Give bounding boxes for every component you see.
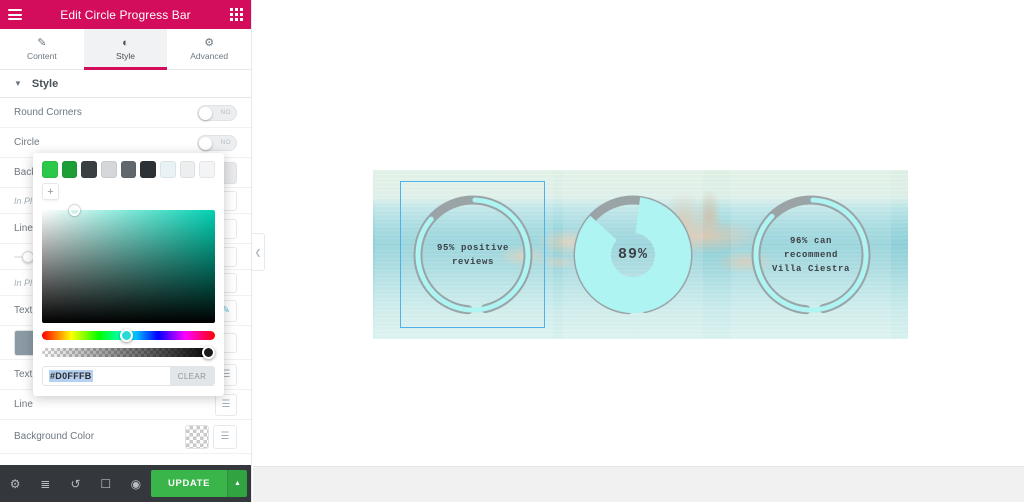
control-label: Line: [14, 223, 33, 234]
control-label: Text: [14, 369, 33, 380]
control-label: Background Color: [14, 431, 95, 442]
hue-slider-handle[interactable]: [120, 329, 133, 342]
circle-progress-right-text: 96% can recommend Villa Ciestra: [751, 234, 871, 276]
color-swatch-7[interactable]: [179, 161, 196, 178]
tab-content-label: Content: [26, 50, 57, 61]
panel-footer-bar: ⚙ ≣ ↺ ☐ ◉ UPDATE ▲: [0, 465, 251, 502]
gear-icon: ⚙: [204, 36, 215, 49]
control-hint-label: In Pl: [14, 195, 33, 206]
hex-color-value: #D0FFFB: [49, 370, 93, 382]
section-title: Style: [31, 77, 59, 90]
circle-progress-left[interactable]: 95% positive reviews: [393, 170, 553, 339]
toggle-value: NO: [220, 138, 231, 146]
control-background-color: Background Color ☰: [0, 420, 251, 454]
update-options-caret-icon[interactable]: ▲: [227, 470, 247, 497]
text-line: recommend: [783, 249, 838, 260]
grid-icon: [229, 8, 243, 21]
saturation-handle[interactable]: [69, 205, 80, 216]
hex-color-input[interactable]: #D0FFFB: [43, 367, 170, 385]
tab-style-label: Style: [116, 50, 135, 61]
alpha-slider[interactable]: [42, 346, 215, 359]
color-swatch-0[interactable]: [42, 161, 58, 178]
chevron-down-icon: ▼: [14, 79, 22, 88]
hamburger-menu-button[interactable]: [0, 0, 30, 29]
round-corners-toggle[interactable]: NO: [197, 104, 237, 121]
canvas-footer-area: [253, 466, 1024, 502]
settings-icon[interactable]: ⚙: [0, 465, 30, 502]
control-label: Text: [14, 305, 33, 316]
tab-style[interactable]: ◐ Style: [83, 29, 168, 70]
color-swatch-8[interactable]: [199, 161, 216, 178]
color-swatch-1[interactable]: [61, 161, 78, 178]
hue-slider[interactable]: [42, 329, 215, 342]
color-swatch-5[interactable]: [140, 161, 157, 178]
circle-progress-center-text: 89%: [573, 245, 693, 263]
color-picker-popup: + #D0FFFB CLEAR: [33, 153, 224, 396]
panel-collapse-button[interactable]: ❮: [252, 233, 265, 271]
color-swatch-3[interactable]: [101, 161, 117, 178]
circle-progress-center[interactable]: 89%: [563, 170, 703, 339]
tab-content[interactable]: ✎ Content: [0, 29, 84, 69]
background-color-controls: ☰: [185, 424, 237, 449]
add-color-swatch-button[interactable]: +: [42, 183, 59, 200]
update-button[interactable]: UPDATE: [151, 470, 227, 497]
panel-tabs: ✎ Content ◐ Style ⚙ Advanced: [0, 29, 251, 70]
circle-toggle[interactable]: NO: [197, 134, 237, 151]
circle-progress-right[interactable]: 96% can recommend Villa Ciestra: [731, 170, 891, 339]
toggle-knob: [199, 106, 212, 120]
control-label: Round Corners: [14, 107, 82, 118]
control-hint-label: In Pl: [14, 277, 33, 288]
text-line: 96% can: [789, 235, 832, 246]
history-icon[interactable]: ↺: [60, 465, 90, 502]
elementor-editor-root: Edit Circle Progress Bar ✎ Content ◐ Sty…: [0, 0, 1024, 502]
text-line: reviews: [451, 256, 494, 267]
saturation-brightness-area[interactable]: [42, 205, 215, 323]
preview-eye-icon[interactable]: ◉: [121, 465, 151, 502]
color-swatch-row: [42, 161, 216, 178]
background-color-swatch-transparent[interactable]: [185, 424, 209, 449]
widgets-grid-button[interactable]: [221, 0, 251, 29]
update-button-group: UPDATE ▲: [151, 470, 247, 497]
tab-advanced-label: Advanced: [190, 50, 229, 61]
hamburger-icon: [8, 7, 22, 23]
alpha-slider-handle[interactable]: [202, 346, 215, 359]
color-swatch-4[interactable]: [120, 161, 137, 178]
stack-library-icon[interactable]: ☰: [215, 393, 237, 416]
navigator-layers-icon[interactable]: ≣: [30, 465, 60, 502]
control-label: Circle: [14, 137, 40, 148]
toggle-knob: [199, 136, 212, 150]
responsive-mode-icon[interactable]: ☐: [91, 465, 121, 502]
tab-advanced[interactable]: ⚙ Advanced: [167, 29, 251, 69]
text-line: 89%: [617, 245, 648, 263]
color-swatch-2[interactable]: [81, 161, 98, 178]
hex-input-row: #D0FFFB CLEAR: [42, 366, 215, 386]
section-header-style[interactable]: ▼ Style: [0, 70, 251, 98]
half-circle-icon: ◐: [122, 36, 129, 49]
panel-title: Edit Circle Progress Bar: [60, 7, 191, 22]
pencil-icon: ✎: [37, 36, 47, 49]
panel-header: Edit Circle Progress Bar: [0, 0, 251, 29]
toggle-value: NO: [220, 108, 231, 116]
control-label: Line: [14, 399, 33, 410]
circle-progress-widget-section[interactable]: 95% positive reviews 89% 96% can recomme…: [373, 170, 908, 339]
editor-panel: Edit Circle Progress Bar ✎ Content ◐ Sty…: [0, 0, 252, 502]
control-round-corners: Round Corners NO: [0, 98, 251, 128]
text-line: Villa Ciestra: [771, 263, 850, 274]
stack-library-icon[interactable]: ☰: [213, 424, 237, 449]
text-line: 95% positive: [436, 242, 509, 253]
preview-canvas: 95% positive reviews 89% 96% can recomme…: [253, 0, 1024, 466]
circle-progress-left-text: 95% positive reviews: [413, 241, 533, 269]
color-swatch-6[interactable]: [160, 161, 176, 178]
clear-color-button[interactable]: CLEAR: [170, 367, 214, 385]
